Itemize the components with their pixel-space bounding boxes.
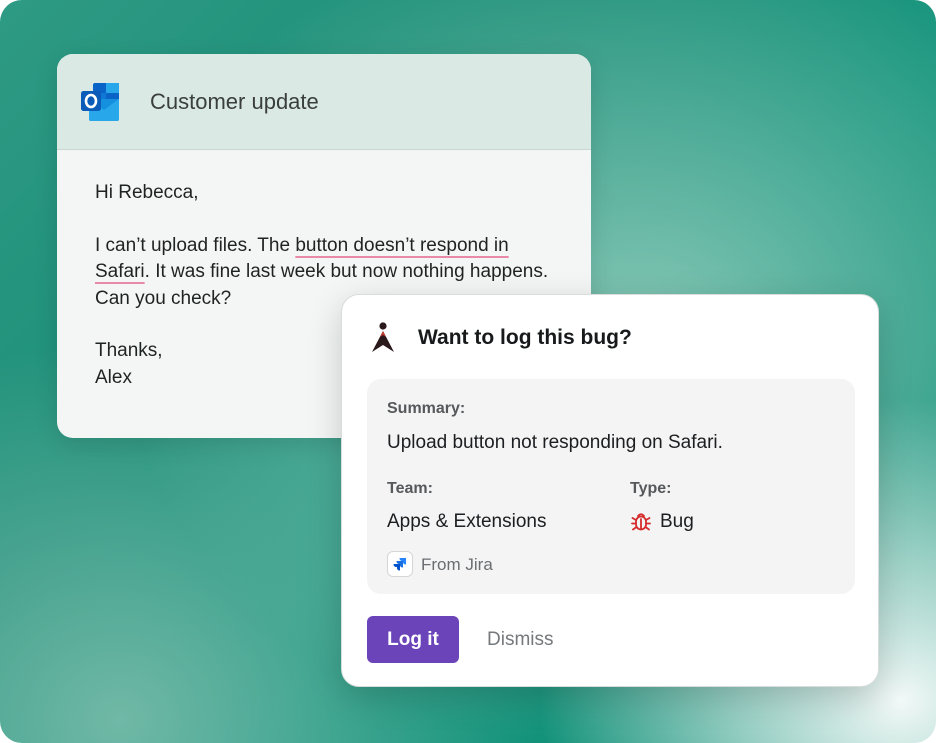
type-label: Type:	[630, 480, 672, 497]
type-value: Bug	[660, 511, 694, 532]
email-greeting: Hi Rebecca,	[95, 182, 199, 203]
email-subject: Customer update	[150, 89, 319, 114]
log-it-button[interactable]: Log it	[367, 616, 459, 663]
dismiss-button[interactable]: Dismiss	[474, 616, 567, 663]
team-value: Apps & Extensions	[387, 511, 547, 532]
highlighted-phrase[interactable]: button doesn’t respond in	[295, 235, 508, 256]
background-canvas: Customer update Hi Rebecca, I can’t uplo…	[0, 0, 936, 743]
log-bug-dialog: Want to log this bug? Summary: Upload bu…	[341, 294, 879, 687]
summary-label: Summary:	[387, 400, 466, 417]
dialog-title: Want to log this bug?	[418, 326, 632, 349]
email-header: Customer update	[57, 54, 591, 150]
app-logo-icon	[370, 322, 396, 354]
bug-icon	[630, 511, 652, 533]
team-label: Team:	[387, 480, 433, 497]
jira-icon	[387, 551, 413, 577]
summary-value: Upload button not responding on Safari.	[387, 432, 723, 453]
highlighted-phrase[interactable]: Safari	[95, 261, 145, 282]
email-text: I can’t upload files. The	[95, 234, 296, 256]
source-label: From Jira	[421, 555, 493, 574]
bug-details-panel: Summary: Upload button not responding on…	[367, 379, 855, 594]
outlook-icon	[79, 81, 125, 123]
